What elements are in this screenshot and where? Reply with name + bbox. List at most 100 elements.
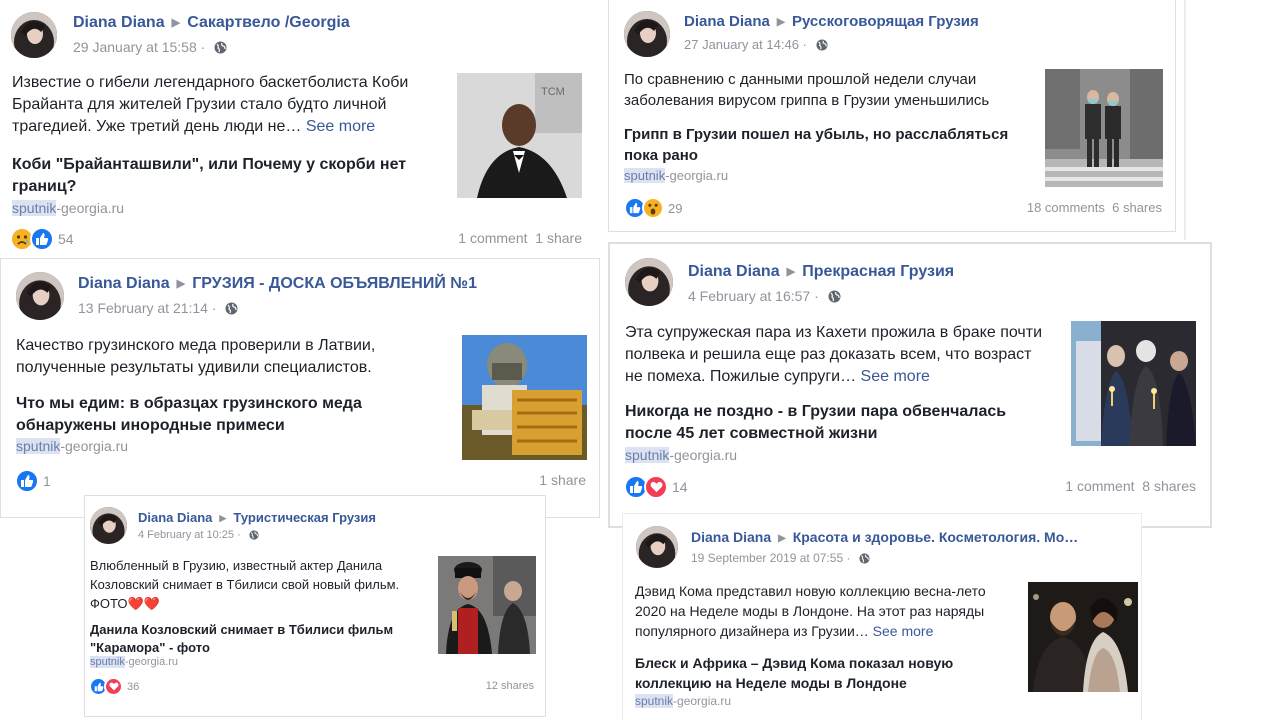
globe-icon [214, 41, 227, 54]
group-name[interactable]: Русскоговорящая Грузия [792, 13, 979, 30]
timestamp[interactable]: 29 January at 15:58 [73, 39, 197, 55]
globe-icon [828, 290, 841, 303]
see-more-link[interactable]: See more [306, 118, 375, 135]
triangle-right-icon: ▶ [778, 533, 786, 544]
author-name[interactable]: Diana Diana [691, 529, 771, 545]
timestamp[interactable]: 4 February at 10:25 [138, 529, 234, 541]
link-source[interactable]: sputnik-georgia.ru [635, 694, 731, 708]
link-thumbnail[interactable] [438, 556, 536, 654]
post-header: Diana Diana ▶ Русскоговорящая Грузия [684, 13, 979, 30]
triangle-right-icon: ▶ [176, 278, 186, 290]
avatar[interactable] [16, 272, 64, 320]
divider [1184, 0, 1186, 240]
shares-count[interactable]: 12 shares [486, 680, 534, 692]
link-headline[interactable]: Данила Козловский снимает в Тбилиси филь… [90, 621, 420, 657]
post-header: Diana Diana ▶ Прекрасная Грузия [688, 263, 954, 281]
link-source[interactable]: sputnik-georgia.ru [12, 200, 124, 216]
engagement-stats: 1 comment 8 shares [1065, 478, 1196, 494]
avatar[interactable] [11, 12, 57, 58]
link-thumbnail[interactable] [1045, 69, 1163, 187]
link-headline[interactable]: Никогда не поздно - в Грузии пара обвенч… [625, 401, 1055, 445]
shares-count[interactable]: 1 share [535, 230, 582, 246]
group-name[interactable]: Красота и здоровье. Косметология. Мо… [793, 529, 1079, 545]
reactions-bar[interactable]: 29 [624, 197, 682, 219]
post-card: Diana Diana ▶ Красота и здоровье. Косметол… [623, 514, 1141, 720]
author-name[interactable]: Diana Diana [684, 13, 770, 30]
link-thumbnail[interactable] [1071, 321, 1196, 446]
reaction-count[interactable]: 54 [58, 231, 74, 247]
triangle-right-icon: ▶ [776, 16, 785, 28]
reaction-count[interactable]: 36 [127, 681, 139, 693]
author-name[interactable]: Diana Diana [138, 510, 212, 525]
globe-icon [859, 553, 870, 564]
post-text: Качество грузинского меда проверили в Ла… [16, 337, 376, 376]
engagement-stats: 1 share [539, 472, 586, 488]
triangle-right-icon: ▶ [171, 17, 181, 29]
link-source[interactable]: sputnik-georgia.ru [625, 447, 737, 463]
avatar[interactable] [636, 526, 678, 568]
engagement-stats: 1 comment 1 share [458, 230, 582, 246]
timestamp[interactable]: 4 February at 16:57 [688, 288, 810, 304]
reaction-count[interactable]: 29 [668, 201, 682, 216]
reactions-bar[interactable]: 54 [10, 227, 74, 251]
reactions-bar[interactable]: 1 [15, 469, 51, 493]
svg-text:TCM: TCM [541, 86, 565, 98]
reactions-bar[interactable]: 36 [89, 677, 139, 696]
link-thumbnail[interactable] [462, 335, 587, 460]
link-thumbnail[interactable] [1028, 582, 1138, 692]
see-more-link[interactable]: See more [873, 623, 934, 639]
link-headline[interactable]: Что мы едим: в образцах грузинского меда… [16, 393, 436, 437]
author-name[interactable]: Diana Diana [73, 14, 165, 31]
link-thumbnail[interactable]: TCM [457, 73, 582, 198]
avatar[interactable] [90, 507, 127, 544]
link-headline[interactable]: Грипп в Грузии пошел на убыль, но рассла… [624, 124, 1034, 166]
post-text: Дэвид Кома представил новую коллекцию ве… [635, 583, 986, 639]
group-name[interactable]: ГРУЗИЯ - ДОСКА ОБЪЯВЛЕНИЙ №1 [192, 275, 477, 292]
post-meta: 13 February at 21:14 · [78, 300, 238, 316]
timestamp[interactable]: 13 February at 21:14 [78, 300, 208, 316]
like-reaction-icon [15, 469, 39, 493]
post-card: Diana Diana ▶ Туристическая Грузия 4 Febru… [84, 495, 546, 717]
link-headline[interactable]: Коби "Брайанташвили", или Почему у скорб… [12, 154, 442, 198]
comments-count[interactable]: 18 comments [1027, 200, 1105, 215]
shares-count[interactable]: 6 shares [1112, 200, 1162, 215]
post-text: Влюбленный в Грузию, известный актер Дан… [90, 558, 400, 611]
see-more-link[interactable]: See more [861, 368, 930, 385]
shares-count[interactable]: 1 share [539, 472, 586, 488]
wow-reaction-icon [642, 197, 664, 219]
globe-icon [815, 39, 828, 51]
globe-icon [249, 530, 259, 540]
group-name[interactable]: Туристическая Грузия [233, 510, 376, 525]
shares-count[interactable]: 8 shares [1142, 478, 1196, 494]
group-name[interactable]: Прекрасная Грузия [802, 263, 954, 280]
link-source[interactable]: sputnik-georgia.ru [90, 656, 178, 668]
comments-count[interactable]: 1 comment [1065, 478, 1134, 494]
author-name[interactable]: Diana Diana [78, 275, 170, 292]
post-meta: 29 January at 15:58 · [73, 39, 227, 55]
post-text: По сравнению с данными прошлой недели сл… [624, 71, 990, 109]
post-meta: 19 September 2019 at 07:55 · [691, 551, 870, 565]
engagement-stats: 18 comments 6 shares [1027, 200, 1162, 215]
group-name[interactable]: Сакартвело /Georgia [187, 14, 350, 31]
love-reaction-icon [104, 677, 123, 696]
reactions-bar[interactable]: 14 [624, 475, 688, 499]
love-reaction-icon [644, 475, 668, 499]
reaction-count[interactable]: 14 [672, 479, 688, 495]
post-card: Diana Diana ▶ ГРУЗИЯ - ДОСКА ОБЪЯВЛЕНИЙ №1… [0, 258, 600, 518]
link-source[interactable]: sputnik-georgia.ru [16, 438, 128, 454]
post-card: Diana Diana ▶ Русскоговорящая Грузия 27 Ja… [608, 0, 1176, 232]
author-name[interactable]: Diana Diana [688, 263, 780, 280]
reaction-count[interactable]: 1 [43, 473, 51, 489]
like-reaction-icon [30, 227, 54, 251]
post-header: Diana Diana ▶ Туристическая Грузия [138, 510, 376, 525]
post-text: Эта супружеская пара из Кахети прожила в… [625, 324, 1042, 385]
avatar[interactable] [625, 258, 673, 306]
avatar[interactable] [624, 11, 670, 57]
post-meta: 4 February at 10:25 · [138, 529, 259, 541]
post-meta: 27 January at 14:46 · [684, 37, 828, 52]
link-source[interactable]: sputnik-georgia.ru [624, 168, 728, 183]
timestamp[interactable]: 27 January at 14:46 [684, 37, 799, 52]
comments-count[interactable]: 1 comment [458, 230, 527, 246]
link-headline[interactable]: Блеск и Африка – Дэвид Кома показал нову… [635, 653, 995, 693]
timestamp[interactable]: 19 September 2019 at 07:55 [691, 551, 843, 565]
